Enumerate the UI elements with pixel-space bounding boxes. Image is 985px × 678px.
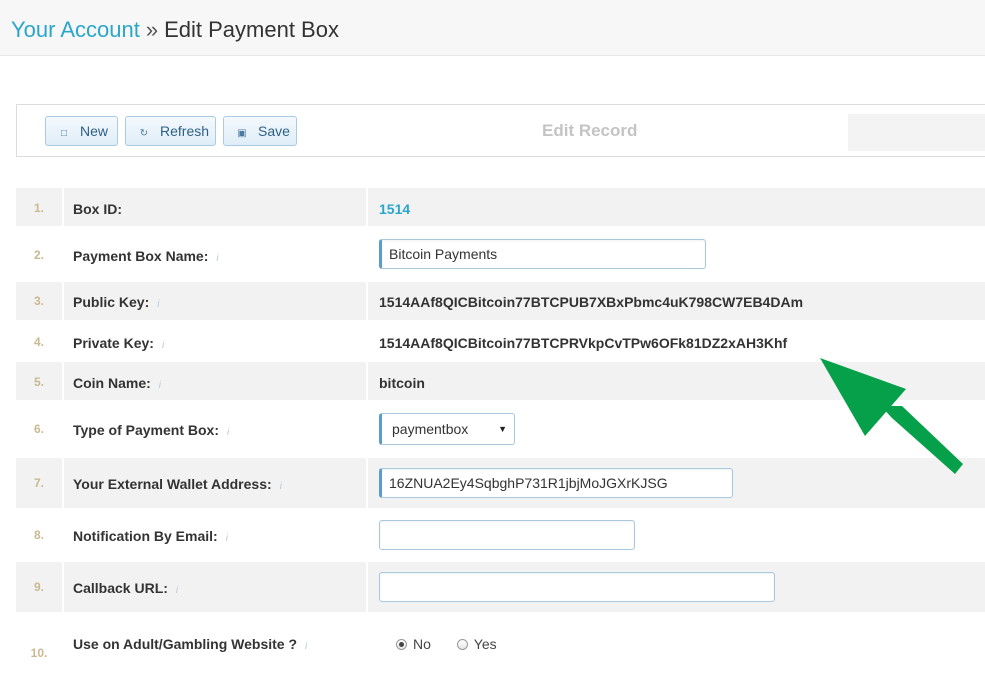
row-number: 1. bbox=[33, 201, 44, 215]
refresh-button[interactable]: ↻ Refresh bbox=[125, 116, 216, 146]
notification-email-label-text: Notification By Email: bbox=[73, 528, 218, 544]
radio-yes[interactable] bbox=[456, 639, 468, 650]
info-icon[interactable]: i bbox=[227, 427, 229, 438]
wallet-address-label-text: Your External Wallet Address: bbox=[73, 476, 272, 492]
radio-no-label: No bbox=[413, 636, 431, 652]
callback-url-label-text: Callback URL: bbox=[73, 580, 168, 596]
toolbar: □ New ↻ Refresh ▣ Save Edit Record bbox=[16, 104, 985, 157]
payment-box-type-label-text: Type of Payment Box: bbox=[73, 422, 219, 438]
save-button-label: Save bbox=[258, 123, 290, 139]
radio-option-no[interactable]: No bbox=[396, 636, 431, 652]
radio-yes-label: Yes bbox=[473, 636, 497, 652]
form-row-public-key: 3. Public Key: i 1514AAf8QICBitcoin77BTCP… bbox=[16, 282, 985, 322]
breadcrumb: Your Account» Edit Payment Box bbox=[11, 16, 339, 44]
info-icon[interactable]: i bbox=[226, 533, 228, 544]
adult-gambling-radio-group: No Yes bbox=[396, 636, 519, 652]
payment-box-name-label-text: Payment Box Name: bbox=[73, 248, 209, 264]
public-key-label: Public Key: i bbox=[73, 294, 159, 310]
save-button[interactable]: ▣ Save bbox=[223, 116, 297, 146]
info-icon[interactable]: i bbox=[176, 585, 178, 596]
arrow-shaft bbox=[881, 406, 963, 474]
adult-gambling-label-text: Use on Adult/Gambling Website ? bbox=[73, 636, 298, 652]
green-arrow-icon bbox=[820, 358, 963, 474]
payment-box-type-select[interactable]: paymentbox ▼ bbox=[379, 413, 515, 445]
new-button[interactable]: □ New bbox=[45, 116, 118, 146]
row-number: 2. bbox=[33, 248, 44, 262]
dropdown-caret-icon: ▼ bbox=[498, 424, 507, 434]
page-title: Edit Payment Box bbox=[164, 17, 339, 42]
toolbar-right-panel bbox=[848, 114, 985, 151]
coin-name-label-text: Coin Name: bbox=[73, 375, 151, 391]
form-row-private-key: 4. Private Key: i 1514AAf8QICBitcoin77BTC… bbox=[16, 322, 985, 362]
radio-no[interactable] bbox=[396, 639, 407, 650]
payment-box-name-input[interactable]: Bitcoin Payments bbox=[379, 239, 706, 269]
public-key-label-text: Public Key: bbox=[73, 294, 150, 310]
arrow-head bbox=[820, 358, 906, 436]
row-number: 7. bbox=[33, 476, 44, 490]
form-row-notification-email: 8. Notification By Email: i bbox=[16, 510, 985, 562]
private-key-value: 1514AAf8QICBitcoin77BTCPRVkpCvTPw6OFk81D… bbox=[379, 335, 788, 351]
form-row-box-id: 1. Box ID: 1514 bbox=[16, 188, 985, 228]
radio-option-yes[interactable]: Yes bbox=[456, 636, 497, 652]
info-icon[interactable]: i bbox=[216, 253, 218, 264]
coin-name-value: bitcoin bbox=[379, 375, 425, 391]
callback-url-input[interactable] bbox=[379, 572, 775, 602]
row-number: 5. bbox=[33, 375, 44, 389]
refresh-button-label: Refresh bbox=[160, 123, 210, 139]
info-icon[interactable]: i bbox=[162, 340, 164, 351]
private-key-label-text: Private Key: bbox=[73, 335, 154, 351]
info-icon[interactable]: i bbox=[157, 299, 159, 310]
row-number: 10. bbox=[30, 646, 48, 660]
notification-email-input[interactable] bbox=[379, 520, 635, 550]
file-icon: □ bbox=[60, 128, 68, 139]
notification-email-label: Notification By Email: i bbox=[73, 528, 228, 544]
toolbar-title: Edit Record bbox=[542, 121, 638, 140]
form-row-adult-gambling: 10. Use on Adult/Gambling Website ? i No … bbox=[16, 614, 985, 678]
save-icon: ▣ bbox=[237, 128, 247, 139]
breadcrumb-your-account-link[interactable]: Your Account bbox=[11, 17, 140, 42]
form-row-callback-url: 9. Callback URL: i bbox=[16, 562, 985, 614]
box-id-value[interactable]: 1514 bbox=[379, 201, 410, 217]
row-number: 9. bbox=[33, 580, 44, 594]
info-icon[interactable]: i bbox=[305, 641, 307, 652]
payment-box-name-label: Payment Box Name: i bbox=[73, 248, 219, 264]
refresh-icon: ↻ bbox=[139, 128, 149, 139]
row-number: 3. bbox=[33, 294, 44, 308]
payment-box-type-label: Type of Payment Box: i bbox=[73, 422, 229, 438]
info-icon[interactable]: i bbox=[280, 481, 282, 492]
form-row-payment-box-name: 2. Payment Box Name: i Bitcoin Payments bbox=[16, 228, 985, 282]
new-button-label: New bbox=[80, 123, 109, 139]
page-header: Your Account» Edit Payment Box bbox=[0, 0, 985, 56]
row-number: 4. bbox=[33, 335, 44, 349]
public-key-value: 1514AAf8QICBitcoin77BTCPUB7XBxPbmc4uK798… bbox=[379, 294, 804, 310]
private-key-label: Private Key: i bbox=[73, 335, 164, 351]
callback-url-label: Callback URL: i bbox=[73, 580, 178, 596]
wallet-address-label: Your External Wallet Address: i bbox=[73, 476, 282, 492]
row-number: 8. bbox=[33, 528, 44, 542]
adult-gambling-label: Use on Adult/Gambling Website ? i bbox=[73, 636, 307, 652]
payment-box-type-selected: paymentbox bbox=[392, 421, 469, 437]
breadcrumb-separator: » bbox=[145, 17, 159, 42]
row-number: 6. bbox=[33, 422, 44, 436]
coin-name-label: Coin Name: i bbox=[73, 375, 161, 391]
box-id-label: Box ID: bbox=[73, 201, 122, 217]
wallet-address-input[interactable]: 16ZNUA2Ey4SqbghP731R1jbjMoJGXrKJSG bbox=[379, 468, 733, 498]
info-icon[interactable]: i bbox=[159, 380, 161, 391]
